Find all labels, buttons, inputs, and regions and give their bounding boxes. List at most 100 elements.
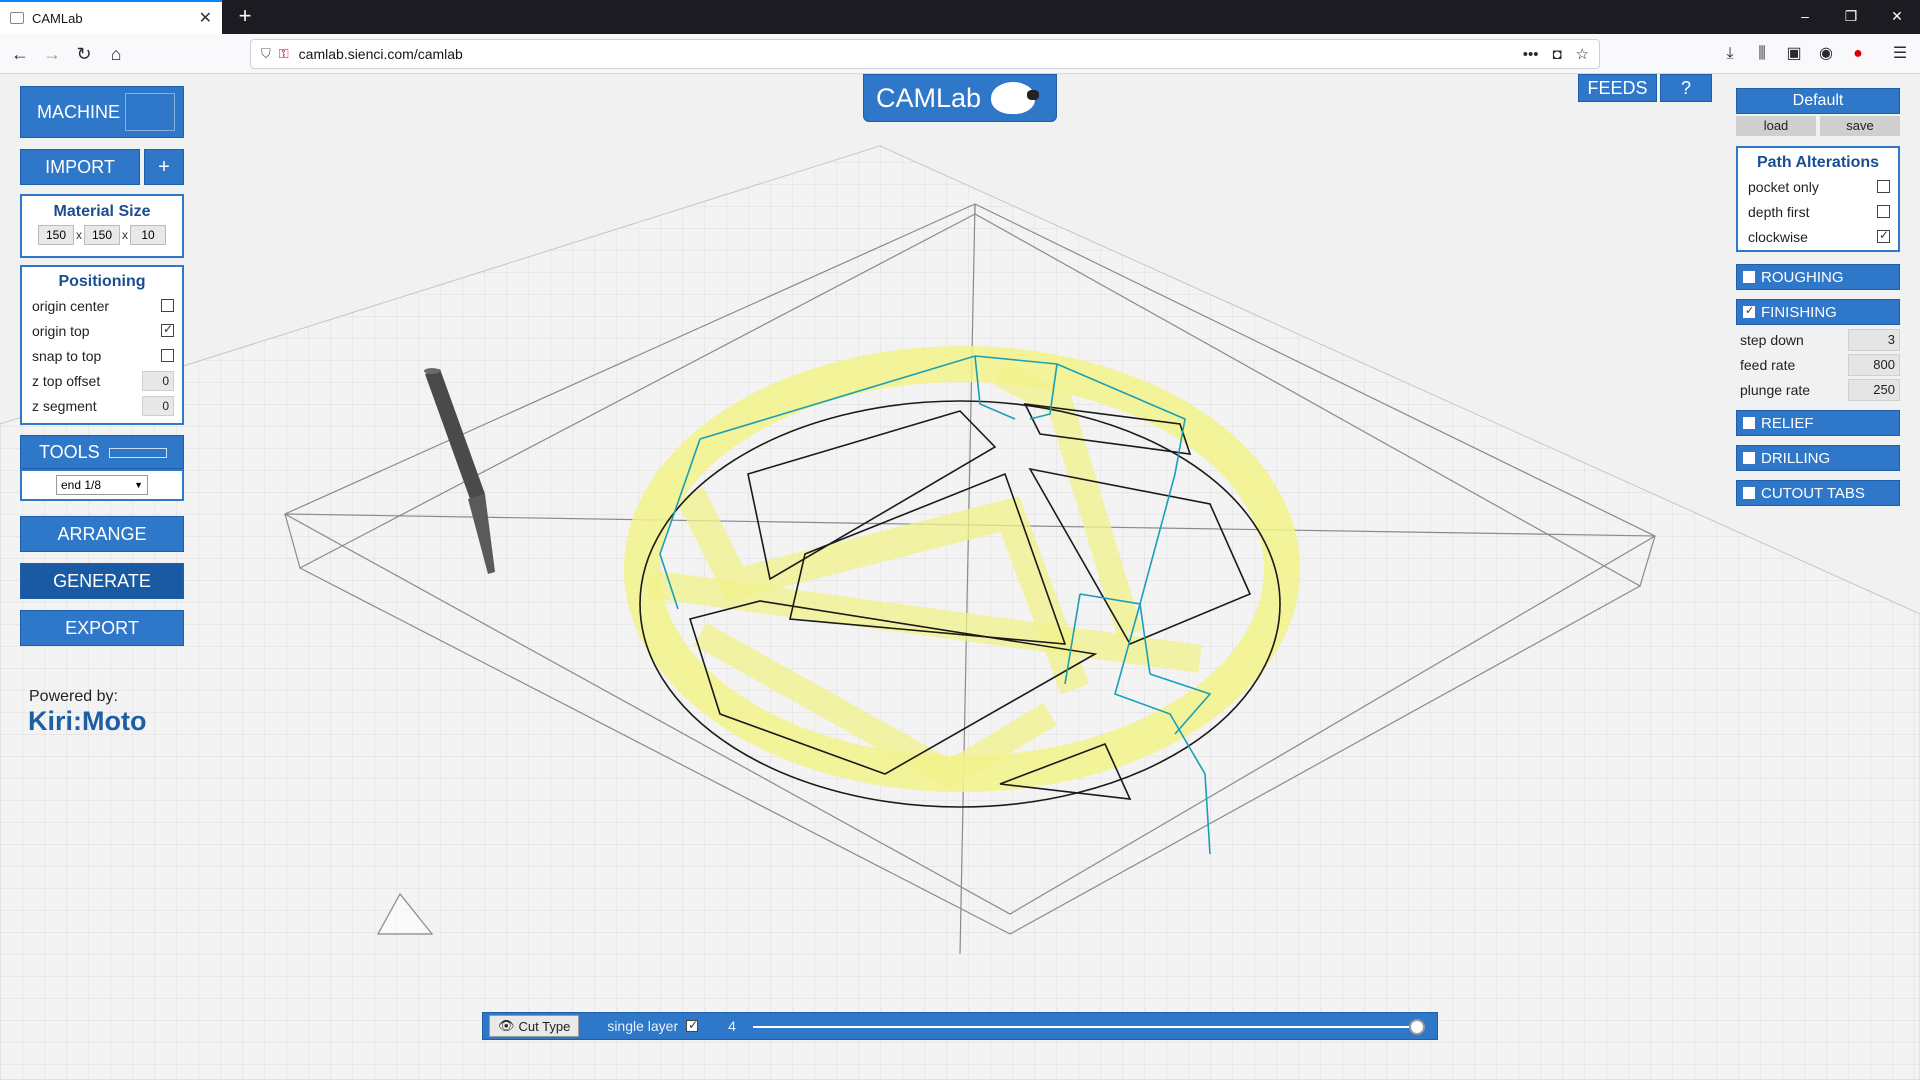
clockwise-label: clockwise (1748, 228, 1808, 245)
clockwise-checkbox[interactable] (1877, 228, 1890, 243)
material-z-input[interactable]: 10 (130, 225, 166, 245)
tools-label: TOOLS (39, 441, 100, 462)
bookmark-star-icon[interactable]: ☆ (1576, 45, 1589, 63)
reload-icon[interactable]: ↻ (70, 40, 98, 68)
account-icon[interactable]: ◉ (1812, 40, 1840, 68)
material-size-title: Material Size (53, 203, 151, 220)
back-icon[interactable]: ← (6, 40, 34, 68)
plunge-rate-label: plunge rate (1740, 382, 1811, 398)
sidebar-icon[interactable]: ▣ (1780, 40, 1808, 68)
depth-first-row[interactable]: depth first (1738, 199, 1898, 224)
origin-center-checkbox[interactable] (161, 299, 174, 312)
depth-first-checkbox[interactable] (1877, 205, 1890, 218)
positioning-title: Positioning (58, 273, 146, 290)
material-y-input[interactable]: 150 (84, 225, 120, 245)
finishing-toggle[interactable]: FINISHING (1736, 299, 1900, 325)
path-alterations-panel: Path Alterations pocket only depth first… (1736, 146, 1900, 252)
camlab-logo[interactable]: CAMLab (863, 74, 1057, 122)
drilling-checkbox[interactable] (1743, 452, 1755, 464)
new-tab-button[interactable]: + (232, 4, 258, 30)
load-button[interactable]: load (1736, 116, 1816, 136)
camlab-viewport[interactable]: CAMLab FEEDS ? MACHINE IMPORT + Material… (0, 74, 1920, 1080)
tools-button[interactable]: TOOLS (20, 435, 184, 469)
size-separator: x (76, 228, 82, 242)
z-top-offset-label: z top offset (32, 372, 101, 389)
clockwise-row[interactable]: clockwise (1738, 224, 1898, 249)
end-mill-icon (109, 448, 167, 458)
forward-icon[interactable]: → (38, 40, 66, 68)
z-top-offset-input[interactable]: 0 (142, 370, 174, 391)
help-button[interactable]: ? (1660, 74, 1712, 102)
plunge-rate-row: plunge rate 250 (1736, 378, 1900, 402)
restore-window-button[interactable]: ❐ (1828, 0, 1874, 34)
close-tab-icon[interactable]: ✕ (199, 8, 212, 28)
path-alterations-title: Path Alterations (1756, 154, 1880, 171)
save-button[interactable]: save (1820, 116, 1900, 136)
snap-to-top-checkbox[interactable] (161, 349, 174, 362)
pocket-only-label: pocket only (1748, 178, 1819, 195)
z-segment-input[interactable]: 0 (142, 395, 174, 416)
browser-tabbar: CAMLab ✕ + – ❐ ✕ (0, 0, 1920, 34)
feed-rate-input[interactable]: 800 (1848, 354, 1900, 376)
logo-text: CAMLab (876, 82, 982, 113)
home-icon[interactable]: ⌂ (102, 40, 130, 68)
machine-button[interactable]: MACHINE (20, 86, 184, 138)
insecure-lock-icon[interactable]: ⚿ (279, 46, 289, 62)
address-bar[interactable]: ⛉ ⚿ camlab.sienci.com/camlab ••• ◘ ☆ (250, 39, 1600, 69)
single-layer-checkbox[interactable] (686, 1018, 698, 1032)
cut-type-button[interactable]: 👁 Cut Type (489, 1015, 580, 1037)
material-x-input[interactable]: 150 (38, 225, 74, 245)
pocket-icon[interactable]: ◘ (1552, 46, 1561, 63)
minimize-window-button[interactable]: – (1782, 0, 1828, 34)
origin-top-label: origin top (32, 322, 90, 339)
tool-select[interactable]: end 1/8 ▼ (56, 475, 148, 495)
export-button[interactable]: EXPORT (20, 610, 184, 646)
menu-icon[interactable]: ☰ (1886, 40, 1914, 68)
browser-tab[interactable]: CAMLab ✕ (0, 0, 222, 34)
z-top-offset-row: z top offset 0 (22, 368, 182, 393)
step-down-input[interactable]: 3 (1848, 329, 1900, 351)
tool-select-value: end 1/8 (61, 478, 102, 492)
powered-by-label: Powered by: (29, 688, 118, 705)
relief-toggle[interactable]: RELIEF (1736, 410, 1900, 436)
close-window-button[interactable]: ✕ (1874, 0, 1920, 34)
cutout-tabs-label: CUTOUT TABS (1761, 484, 1865, 502)
layer-slider-track[interactable] (753, 1026, 1418, 1028)
downloads-icon[interactable]: ⤓ (1716, 40, 1744, 68)
origin-center-row[interactable]: origin center (22, 293, 182, 318)
step-down-label: step down (1740, 332, 1804, 348)
relief-checkbox[interactable] (1743, 417, 1755, 429)
chevron-down-icon: ▼ (134, 480, 143, 490)
drilling-toggle[interactable]: DRILLING (1736, 445, 1900, 471)
positioning-panel: Positioning origin center origin top sna… (20, 265, 184, 425)
snap-to-top-row[interactable]: snap to top (22, 343, 182, 368)
roughing-toggle[interactable]: ROUGHING (1736, 264, 1900, 290)
feed-rate-label: feed rate (1740, 357, 1796, 373)
tracking-shield-icon[interactable]: ⛉ (261, 46, 271, 62)
arrange-button[interactable]: ARRANGE (20, 516, 184, 552)
layer-slider-thumb[interactable] (1409, 1019, 1425, 1035)
kirimoto-logo[interactable]: Kiri:Moto (28, 706, 146, 737)
roughing-checkbox[interactable] (1743, 271, 1755, 283)
url-text[interactable]: camlab.sienci.com/camlab (299, 46, 1509, 62)
pocket-only-checkbox[interactable] (1877, 180, 1890, 193)
profile-name[interactable]: Default (1736, 88, 1900, 114)
generate-button[interactable]: GENERATE (20, 563, 184, 599)
cutout-tabs-checkbox[interactable] (1743, 487, 1755, 499)
plunge-rate-input[interactable]: 250 (1848, 379, 1900, 401)
page-actions-icon[interactable]: ••• (1523, 46, 1539, 63)
cut-type-label: Cut Type (518, 1018, 571, 1034)
cutout-tabs-toggle[interactable]: CUTOUT TABS (1736, 480, 1900, 506)
import-add-button[interactable]: + (144, 149, 184, 185)
3d-scene[interactable] (0, 74, 1920, 1080)
origin-top-checkbox[interactable] (161, 322, 174, 337)
library-icon[interactable]: ⫼ (1748, 40, 1776, 68)
feeds-button[interactable]: FEEDS (1578, 74, 1657, 102)
import-button[interactable]: IMPORT (20, 149, 140, 185)
extension-icon[interactable]: ● (1844, 40, 1872, 68)
finishing-checkbox[interactable] (1743, 304, 1755, 318)
origin-top-row[interactable]: origin top (22, 318, 182, 343)
pocket-only-row[interactable]: pocket only (1738, 174, 1898, 199)
feed-rate-row: feed rate 800 (1736, 353, 1900, 377)
material-size-panel: Material Size 150 x 150 x 10 (20, 194, 184, 258)
